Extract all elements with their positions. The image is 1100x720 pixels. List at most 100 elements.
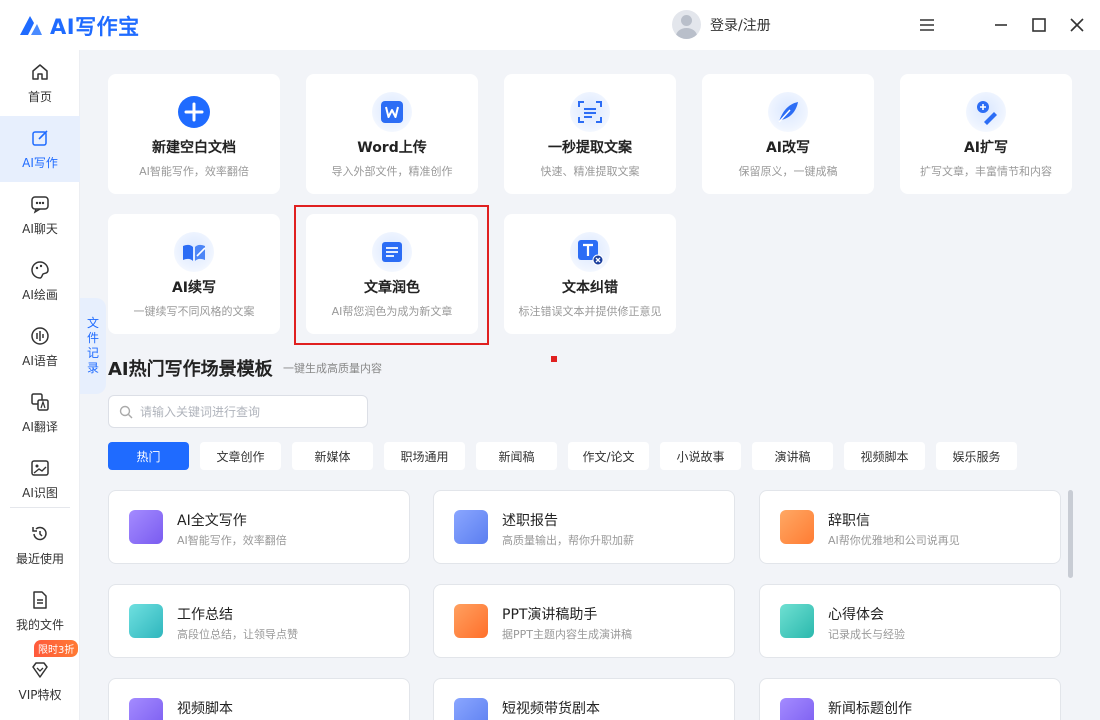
sidebar-item-label: AI识图	[22, 485, 58, 500]
sidebar-item-ai-image[interactable]: AI识图	[0, 446, 80, 512]
tool-card-ai-rewrite[interactable]: AI改写 保留原义，一键成稿	[702, 74, 874, 194]
sidebar-item-recent[interactable]: 最近使用	[0, 512, 80, 578]
ppt-icon	[454, 604, 488, 638]
tool-subtitle: 标注错误文本并提供修正意见	[518, 305, 662, 318]
edit-icon	[32, 129, 48, 146]
close-icon[interactable]	[1066, 14, 1088, 36]
template-card[interactable]: 短视频带货剧本	[433, 678, 735, 720]
file-record-char: 件	[86, 331, 99, 345]
sidebar-item-ai-translate[interactable]: AI翻译	[0, 380, 80, 446]
sidebar-item-label: 我的文件	[15, 617, 64, 632]
maximize-icon[interactable]	[1028, 14, 1050, 36]
section-subtitle: 一键生成高质量内容	[283, 362, 382, 375]
chip-entertainment[interactable]: 娱乐服务	[936, 442, 1017, 470]
template-card[interactable]: 心得体会 记录成长与经验	[759, 584, 1061, 658]
sidebar-item-ai-writing[interactable]: AI写作	[0, 116, 80, 182]
template-card[interactable]: 辞职信 AI帮你优雅地和公司说再见	[759, 490, 1061, 564]
expand-icon	[966, 92, 1006, 132]
template-desc: 高质量输出，帮你升职加薪	[502, 534, 634, 547]
app-title: AI写作宝	[50, 15, 140, 39]
tool-subtitle: 扩写文章，丰富情节和内容	[920, 165, 1052, 178]
template-card[interactable]: 工作总结 高段位总结，让领导点赞	[108, 584, 410, 658]
template-name: 短视频带货剧本	[502, 701, 600, 717]
login-button[interactable]: 登录/注册	[672, 10, 771, 39]
template-name: 工作总结	[177, 607, 233, 623]
sidebar-item-label: AI语音	[22, 353, 58, 368]
chip-speech[interactable]: 演讲稿	[752, 442, 833, 470]
template-name: 视频脚本	[177, 701, 233, 717]
template-desc: 记录成长与经验	[828, 628, 905, 641]
template-card[interactable]: 述职报告 高质量输出，帮你升职加薪	[433, 490, 735, 564]
sidebar-item-ai-chat[interactable]: AI聊天	[0, 182, 80, 248]
chat-icon	[31, 195, 49, 214]
tool-subtitle: 快速、精准提取文案	[540, 165, 640, 178]
logo-icon	[20, 16, 42, 35]
chip-press[interactable]: 新闻稿	[476, 442, 557, 470]
plus-icon	[174, 92, 214, 132]
chip-new-media[interactable]: 新媒体	[292, 442, 373, 470]
sidebar-item-label: AI翻译	[22, 419, 58, 434]
image-icon	[31, 459, 49, 476]
tool-title: 文本纠错	[562, 280, 618, 296]
template-name: PPT演讲稿助手	[502, 607, 598, 623]
voice-icon	[31, 326, 49, 345]
chip-video-script[interactable]: 视频脚本	[844, 442, 925, 470]
sidebar-item-label: AI聊天	[22, 221, 58, 236]
file-record-tab[interactable]: 文 件 记 录	[80, 298, 106, 394]
template-card[interactable]: 新闻标题创作	[759, 678, 1061, 720]
sidebar-divider	[10, 507, 70, 508]
search-input[interactable]	[140, 404, 350, 419]
tool-card-ai-continue[interactable]: AI续写 一键续写不同风格的文案	[108, 214, 280, 334]
sidebar-item-ai-voice[interactable]: AI语音	[0, 314, 80, 380]
chip-essay[interactable]: 作文/论文	[568, 442, 649, 470]
sidebar-item-label: AI写作	[22, 155, 58, 170]
template-card[interactable]: AI全文写作 AI智能写作，效率翻倍	[108, 490, 410, 564]
sidebar-item-vip[interactable]: VIP特权	[0, 648, 80, 714]
palette-icon	[31, 260, 49, 279]
chip-workplace[interactable]: 职场通用	[384, 442, 465, 470]
scrollbar[interactable]	[1068, 490, 1073, 578]
section-title: AI热门写作场景模板	[108, 359, 273, 380]
chip-novel[interactable]: 小说故事	[660, 442, 741, 470]
template-desc: AI智能写作，效率翻倍	[177, 534, 287, 547]
template-card[interactable]: PPT演讲稿助手 据PPT主题内容生成演讲稿	[433, 584, 735, 658]
template-desc: AI帮你优雅地和公司说再见	[828, 534, 960, 547]
tool-title: AI改写	[765, 140, 811, 156]
chip-article[interactable]: 文章创作	[200, 442, 281, 470]
minimize-icon[interactable]	[990, 14, 1012, 36]
template-card[interactable]: 视频脚本	[108, 678, 410, 720]
correct-icon	[570, 232, 610, 272]
template-desc: 高段位总结，让领导点赞	[177, 628, 298, 641]
sidebar-item-my-files[interactable]: 我的文件	[0, 578, 80, 644]
file-record-char: 记	[86, 346, 99, 360]
app-logo: AI写作宝	[18, 11, 140, 41]
word-icon	[372, 92, 412, 132]
avatar[interactable]	[672, 10, 701, 39]
home-icon	[32, 63, 48, 80]
menu-icon[interactable]	[916, 14, 938, 36]
selection-highlight	[294, 205, 489, 345]
tool-title: 新建空白文档	[152, 140, 236, 156]
tool-subtitle: 一键续写不同风格的文案	[133, 305, 255, 318]
chip-hot[interactable]: 热门	[108, 442, 189, 470]
template-search[interactable]	[108, 395, 368, 428]
headline-icon	[780, 698, 814, 720]
resignation-icon	[780, 510, 814, 544]
login-label[interactable]: 登录/注册	[710, 15, 771, 35]
template-name: AI全文写作	[177, 513, 247, 529]
history-icon	[32, 526, 47, 540]
ai-writing-icon	[129, 510, 163, 544]
tool-card-extract-text[interactable]: 一秒提取文案 快速、精准提取文案	[504, 74, 676, 194]
tool-card-word-upload[interactable]: Word上传 导入外部文件，精准创作	[306, 74, 478, 194]
tool-card-text-correction[interactable]: 文本纠错 标注错误文本并提供修正意见	[504, 214, 676, 334]
tool-subtitle: 保留原义，一键成稿	[738, 165, 838, 178]
file-record-char: 录	[86, 361, 99, 375]
summary-icon	[129, 604, 163, 638]
tool-card-new-blank[interactable]: 新建空白文档 AI智能写作，效率翻倍	[108, 74, 280, 194]
sidebar-item-ai-painting[interactable]: AI绘画	[0, 248, 80, 314]
file-icon	[33, 590, 47, 609]
diamond-icon	[32, 661, 48, 678]
tool-card-ai-expand[interactable]: AI扩写 扩写文章，丰富情节和内容	[900, 74, 1072, 194]
cursor-marker	[551, 356, 557, 362]
sidebar-item-home[interactable]: 首页	[0, 50, 80, 116]
